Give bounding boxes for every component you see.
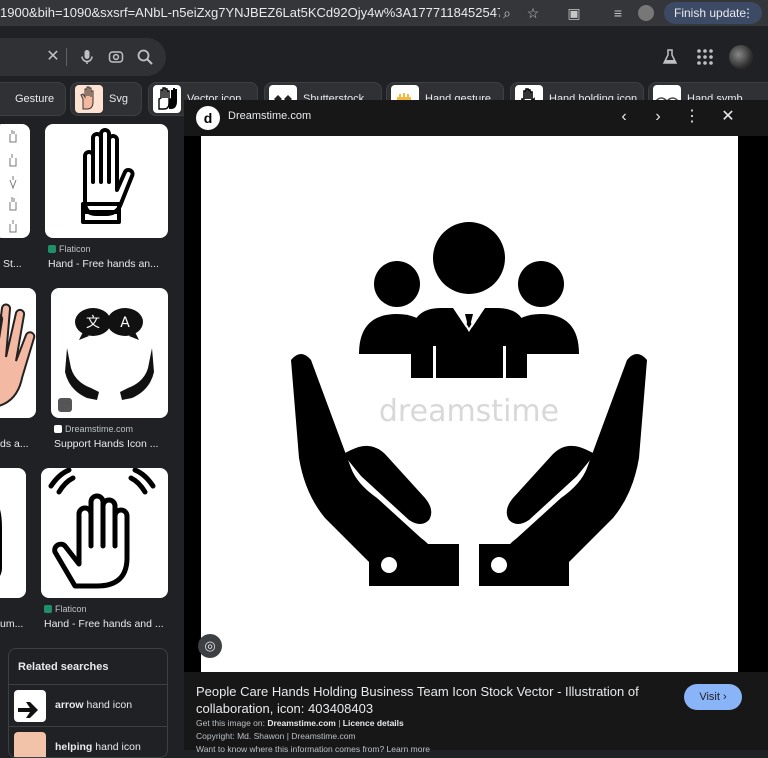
finish-update-button[interactable]: Finish update ⋮ — [664, 2, 762, 24]
result-title-fragment[interactable]: St... — [3, 258, 31, 270]
visit-label: Visit — [699, 691, 720, 703]
result-source[interactable]: Dreamstime.com — [54, 424, 133, 434]
image-badge-icon — [58, 398, 72, 412]
profile-avatar[interactable] — [729, 45, 753, 69]
previous-arrow-icon[interactable]: ‹ — [615, 108, 633, 126]
microphone-icon[interactable] — [78, 48, 96, 66]
result-title-fragment[interactable]: ds a... — [0, 438, 32, 450]
svg-text:文: 文 — [86, 315, 100, 331]
close-icon[interactable]: ✕ — [719, 108, 737, 126]
finish-update-label: Finish update — [674, 6, 747, 20]
chevron-right-icon: › — [722, 691, 727, 703]
result-image-waving-hand[interactable] — [41, 468, 168, 598]
lens-camera-icon[interactable] — [107, 48, 125, 66]
clear-icon[interactable]: ✕ — [44, 48, 62, 66]
toolbar-divider — [0, 26, 768, 36]
next-arrow-icon[interactable]: › — [649, 108, 667, 126]
search-input[interactable]: ✕ — [0, 38, 166, 76]
chip-svg[interactable]: Svg — [70, 82, 142, 116]
related-thumb-image — [14, 690, 46, 722]
preview-header: d Dreamstime.com ‹ › ⋮ ✕ — [184, 100, 768, 136]
related-searches-heading: Related searches — [18, 661, 109, 673]
related-thumb-image — [14, 732, 46, 757]
info-source-line[interactable]: Want to know where this information come… — [196, 744, 430, 754]
apps-grid-icon[interactable] — [695, 47, 715, 67]
result-source[interactable]: Flaticon — [44, 604, 87, 614]
preview-image-frame[interactable]: dreamstime ◎ — [184, 136, 768, 672]
chip-gesture[interactable]: Gesture — [0, 82, 66, 116]
bookmark-star-icon[interactable]: ☆ — [525, 5, 541, 21]
related-bold: arrow — [55, 699, 84, 711]
copyright-line: Copyright: Md. Shawon | Dreamstime.com — [196, 731, 356, 741]
image-preview-panel: d Dreamstime.com ‹ › ⋮ ✕ dreamstime ◎ Pe… — [184, 100, 768, 754]
result-source[interactable]: Flaticon — [48, 244, 91, 254]
search-tab-icon[interactable]: ▣ — [566, 5, 582, 21]
watermark-text: dreamstime — [379, 394, 559, 429]
related-searches-panel: Related searches arrow hand icon helping… — [8, 648, 168, 758]
licence-details-link[interactable]: Licence details — [343, 718, 404, 728]
labs-flask-icon[interactable] — [660, 47, 680, 67]
account-avatar[interactable] — [638, 5, 654, 21]
more-vert-icon: ⋮ — [742, 6, 754, 20]
visit-button[interactable]: Visit › — [684, 684, 742, 710]
zoom-icon[interactable]: ⌕ — [499, 5, 515, 21]
result-title[interactable]: Hand - Free hands and ... — [44, 618, 168, 630]
related-search-item[interactable]: arrow hand icon — [9, 684, 167, 726]
svg-text:A: A — [120, 315, 130, 331]
result-image-hand-partial[interactable] — [0, 468, 26, 598]
result-title-fragment[interactable]: um... — [0, 618, 30, 630]
result-title[interactable]: Hand - Free hands an... — [48, 258, 168, 270]
related-bold: helping — [55, 741, 93, 753]
lens-search-icon[interactable]: ◎ — [198, 634, 222, 658]
result-title[interactable]: Support Hands Icon ... — [54, 438, 168, 450]
result-image-hand-outline[interactable] — [45, 124, 168, 238]
search-icon[interactable] — [136, 48, 154, 66]
chip-thumb-image — [153, 85, 181, 113]
get-image-line: Get this image on: Dreamstime.com | Lice… — [196, 718, 404, 728]
more-vert-icon[interactable]: ⋮ — [683, 108, 701, 126]
address-bar[interactable]: 1900&bih=1090&sxsrf=ANbL-n5eiZxg7YNJBEZ6… — [0, 0, 500, 26]
dreamstime-favicon-icon — [54, 425, 62, 433]
flaticon-favicon-icon — [48, 245, 56, 253]
get-image-site-link[interactable]: Dreamstime.com — [267, 718, 336, 728]
flaticon-favicon-icon — [44, 605, 52, 613]
result-image-open-hand[interactable] — [0, 288, 36, 418]
dreamstime-logo-icon: d — [196, 106, 220, 130]
browser-toolbar: 1900&bih=1090&sxsrf=ANbL-n5eiZxg7YNJBEZ6… — [0, 0, 768, 26]
search-divider — [66, 48, 67, 66]
chip-thumb-image — [75, 85, 103, 113]
reading-list-icon[interactable]: ≡ — [610, 5, 626, 21]
preview-title[interactable]: People Care Hands Holding Business Team … — [196, 683, 666, 717]
preview-source-name[interactable]: Dreamstime.com — [228, 110, 311, 122]
related-search-item[interactable]: helping hand icon — [9, 726, 167, 757]
result-image-support-hands[interactable]: 文 A — [51, 288, 168, 418]
preview-image[interactable]: dreamstime — [201, 136, 738, 672]
result-image-sign-hands[interactable] — [0, 124, 30, 238]
